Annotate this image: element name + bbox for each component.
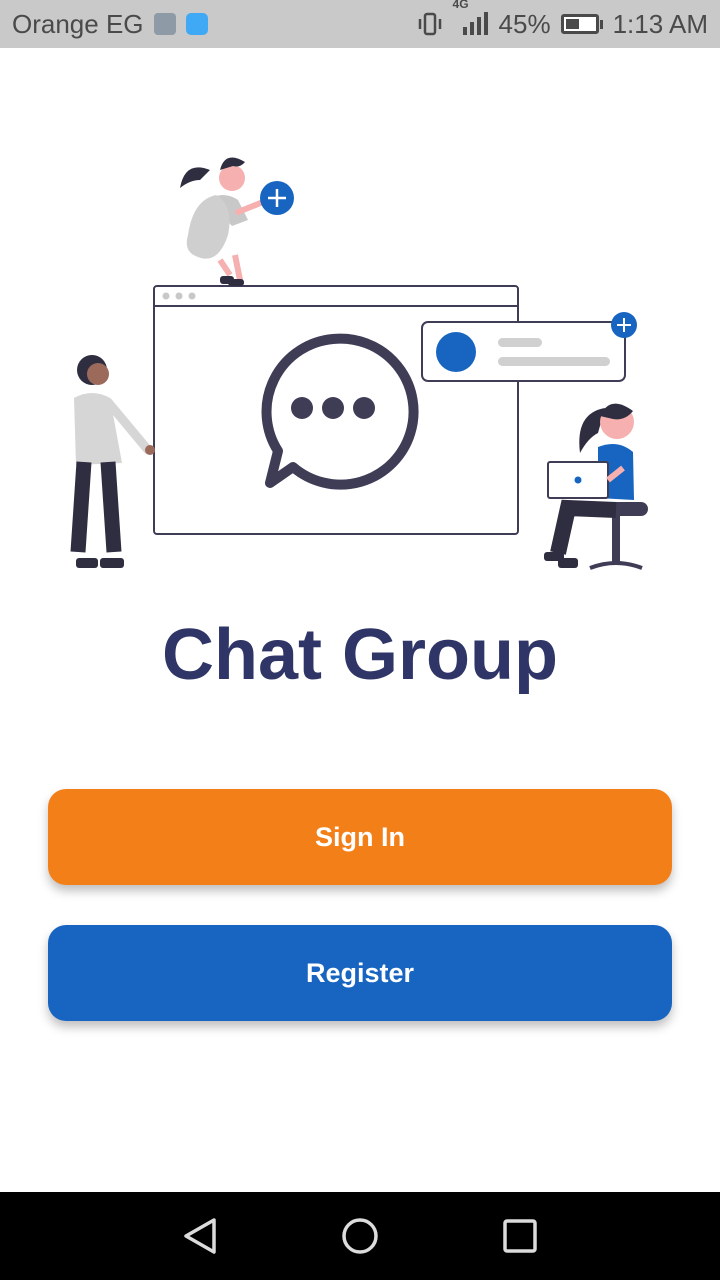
contact-card-graphic <box>421 312 637 382</box>
navigation-bar <box>0 1192 720 1280</box>
man-standing-graphic <box>70 355 155 568</box>
chat-illustration <box>70 157 648 570</box>
register-button[interactable]: Register <box>48 925 672 1021</box>
battery-percent: 45% <box>498 8 551 39</box>
woman-with-laptop-graphic <box>544 403 648 570</box>
signal-icon: 4G <box>453 0 489 37</box>
image-notification-icon <box>153 13 176 35</box>
sign-in-button[interactable]: Sign In <box>48 789 672 885</box>
battery-icon <box>560 14 603 34</box>
recents-icon[interactable] <box>498 1214 542 1258</box>
woman-holding-plus-graphic <box>180 157 294 286</box>
vibrate-icon <box>417 12 443 36</box>
status-bar: Orange EG 4G 45% 1:13 AM <box>0 0 720 48</box>
clock: 1:13 AM <box>612 8 708 39</box>
network-type: 4G <box>452 0 469 11</box>
message-notification-icon <box>185 13 208 35</box>
home-icon[interactable] <box>338 1214 382 1258</box>
back-icon[interactable] <box>178 1214 222 1258</box>
app-title: Chat Group <box>162 615 558 695</box>
carrier-name: Orange EG <box>12 8 144 39</box>
